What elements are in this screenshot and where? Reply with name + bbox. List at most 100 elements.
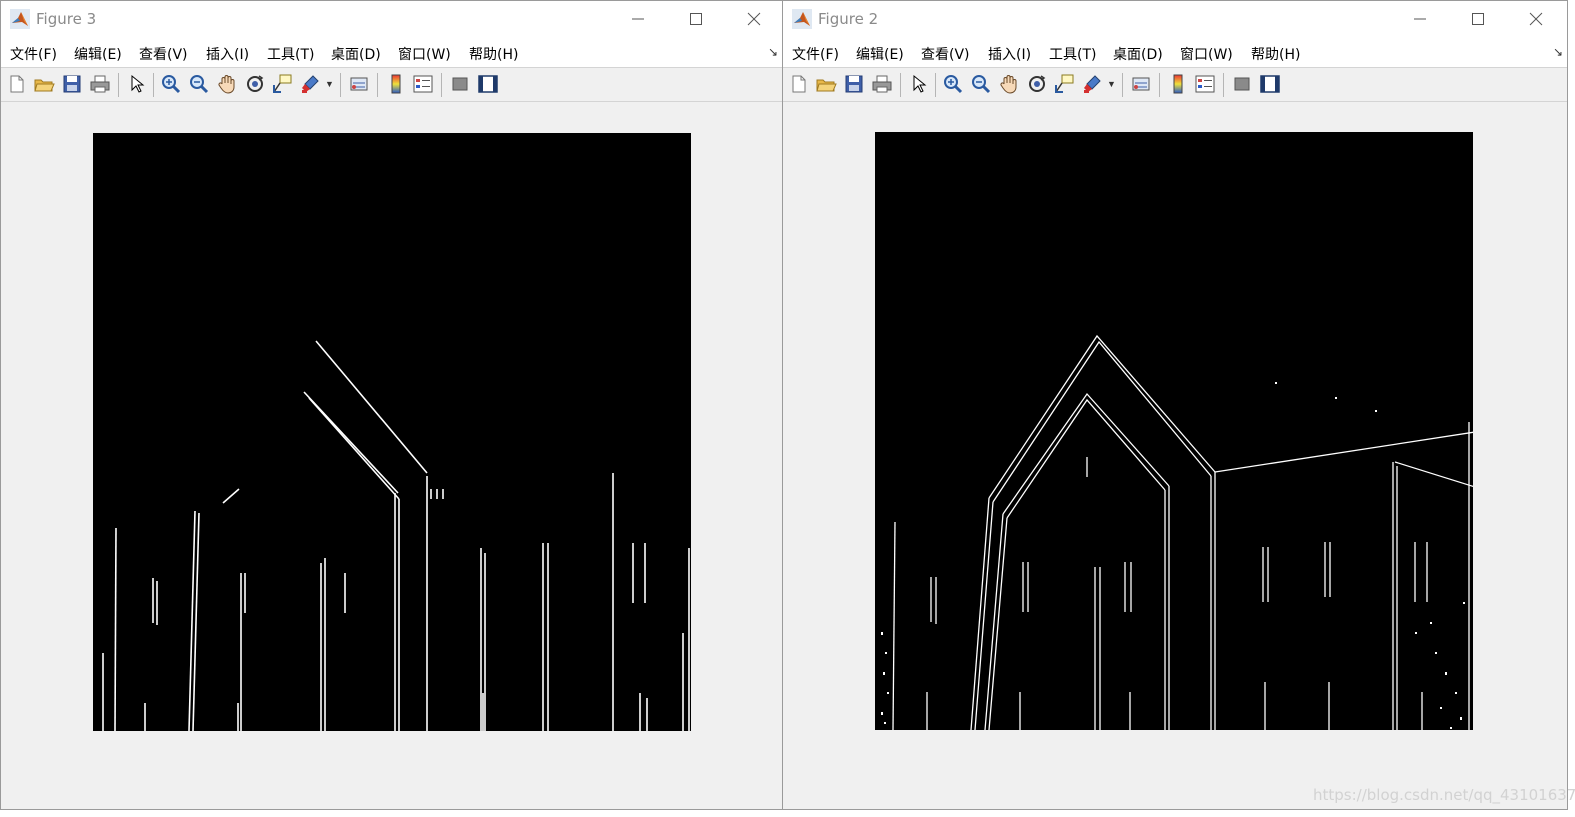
brush-button[interactable] <box>1081 73 1103 95</box>
save-button[interactable] <box>61 73 83 95</box>
print-button[interactable] <box>89 73 111 95</box>
rotate-3d-icon <box>247 75 264 92</box>
brush-button[interactable] <box>299 73 321 95</box>
window-title: Figure 3 <box>36 10 97 28</box>
minimize-button[interactable] <box>609 1 667 37</box>
pan-button[interactable] <box>216 73 238 95</box>
open-file-button[interactable] <box>815 73 837 95</box>
maximize-button[interactable] <box>1449 1 1507 37</box>
close-button[interactable] <box>725 1 783 37</box>
toolbar-separator <box>441 73 442 97</box>
edge-lines <box>881 334 1473 730</box>
toolbar-separator <box>340 73 341 97</box>
brush-dropdown-arrow-icon[interactable]: ▼ <box>1107 79 1116 89</box>
print-icon <box>872 75 892 93</box>
save-icon <box>63 75 81 93</box>
toolbar-separator <box>1122 73 1123 97</box>
insert-legend-button[interactable] <box>412 73 434 95</box>
brush-icon <box>1084 75 1101 93</box>
menu-file[interactable]: 文件(F) <box>792 44 839 64</box>
figure-toolbar: ▼ <box>783 67 1567 102</box>
menu-window[interactable]: 窗口(W) <box>398 44 451 64</box>
brush-dropdown-arrow-icon[interactable]: ▼ <box>325 79 334 89</box>
edge-image[interactable] <box>93 133 691 731</box>
figure-2-window: Figure 2 文件(F) 编辑(E) 查看(V) 插入(I) 工具(T) 桌… <box>782 0 1568 810</box>
toolbar-separator <box>118 73 119 97</box>
link-plot-button[interactable] <box>348 73 370 95</box>
menu-help[interactable]: 帮助(H) <box>469 44 518 64</box>
menu-bar: 文件(F) 编辑(E) 查看(V) 插入(I) 工具(T) 桌面(D) 窗口(W… <box>783 37 1567 67</box>
print-icon <box>90 75 110 93</box>
menu-tools[interactable]: 工具(T) <box>267 44 314 64</box>
menu-tools[interactable]: 工具(T) <box>1049 44 1096 64</box>
title-bar[interactable]: Figure 3 <box>1 1 782 37</box>
data-cursor-icon <box>273 74 292 93</box>
data-cursor-button[interactable] <box>271 73 293 95</box>
hide-plot-tools-icon <box>452 77 468 91</box>
edge-image[interactable] <box>875 132 1473 730</box>
insert-legend-button[interactable] <box>1194 73 1216 95</box>
data-cursor-button[interactable] <box>1053 73 1075 95</box>
menu-edit[interactable]: 编辑(E) <box>856 44 904 64</box>
menu-desktop[interactable]: 桌面(D) <box>331 44 381 64</box>
edit-plot-button[interactable] <box>907 73 929 95</box>
menu-insert[interactable]: 插入(I) <box>988 44 1031 64</box>
show-plot-tools-icon <box>478 75 498 93</box>
open-file-button[interactable] <box>33 73 55 95</box>
new-figure-icon <box>10 75 24 93</box>
insert-legend-icon <box>1195 75 1215 93</box>
new-figure-button[interactable] <box>6 73 28 95</box>
zoom-out-button[interactable] <box>970 73 992 95</box>
dock-arrow-icon[interactable]: ↘ <box>1553 45 1563 59</box>
watermark: https://blog.csdn.net/qq_43101637 <box>1313 786 1575 804</box>
menu-view[interactable]: 查看(V) <box>139 44 188 64</box>
save-button[interactable] <box>843 73 865 95</box>
show-plot-tools-button[interactable] <box>477 73 499 95</box>
insert-colorbar-button[interactable] <box>385 73 407 95</box>
rotate-3d-button[interactable] <box>244 73 266 95</box>
edit-plot-button[interactable] <box>125 73 147 95</box>
zoom-out-button[interactable] <box>188 73 210 95</box>
new-figure-button[interactable] <box>788 73 810 95</box>
menu-desktop[interactable]: 桌面(D) <box>1113 44 1163 64</box>
save-icon <box>845 75 863 93</box>
insert-colorbar-icon <box>391 74 401 94</box>
maximize-button[interactable] <box>667 1 725 37</box>
zoom-in-icon <box>162 75 181 94</box>
rotate-3d-button[interactable] <box>1026 73 1048 95</box>
show-plot-tools-button[interactable] <box>1259 73 1281 95</box>
dock-arrow-icon[interactable]: ↘ <box>768 45 778 59</box>
zoom-out-icon <box>972 75 991 94</box>
menu-window[interactable]: 窗口(W) <box>1180 44 1233 64</box>
open-file-icon <box>34 79 55 92</box>
minimize-button[interactable] <box>1391 1 1449 37</box>
open-file-icon <box>816 79 837 92</box>
title-bar[interactable]: Figure 2 <box>783 1 1567 37</box>
menu-file[interactable]: 文件(F) <box>10 44 57 64</box>
menu-help[interactable]: 帮助(H) <box>1251 44 1300 64</box>
toolbar-separator <box>935 73 936 97</box>
close-icon <box>1529 12 1543 26</box>
menu-edit[interactable]: 编辑(E) <box>74 44 122 64</box>
minimize-icon <box>1414 18 1426 20</box>
hide-plot-tools-icon <box>1234 77 1250 91</box>
zoom-in-button[interactable] <box>942 73 964 95</box>
print-button[interactable] <box>871 73 893 95</box>
zoom-in-button[interactable] <box>160 73 182 95</box>
hide-plot-tools-button[interactable] <box>449 73 471 95</box>
close-button[interactable] <box>1507 1 1565 37</box>
insert-colorbar-button[interactable] <box>1167 73 1189 95</box>
edit-plot-icon <box>913 74 927 93</box>
pan-button[interactable] <box>998 73 1020 95</box>
close-icon <box>747 12 761 26</box>
menu-bar: 文件(F) 编辑(E) 查看(V) 插入(I) 工具(T) 桌面(D) 窗口(W… <box>1 37 782 67</box>
menu-insert[interactable]: 插入(I) <box>206 44 249 64</box>
menu-view[interactable]: 查看(V) <box>921 44 970 64</box>
toolbar-separator <box>1159 73 1160 97</box>
figure-toolbar: ▼ <box>1 67 782 102</box>
zoom-in-icon <box>944 75 963 94</box>
edge-lines <box>102 340 690 731</box>
link-plot-button[interactable] <box>1130 73 1152 95</box>
figure-3-window: Figure 3 文件(F) 编辑(E) 查看(V) 插入(I) 工具(T) 桌… <box>0 0 783 810</box>
hide-plot-tools-button[interactable] <box>1231 73 1253 95</box>
